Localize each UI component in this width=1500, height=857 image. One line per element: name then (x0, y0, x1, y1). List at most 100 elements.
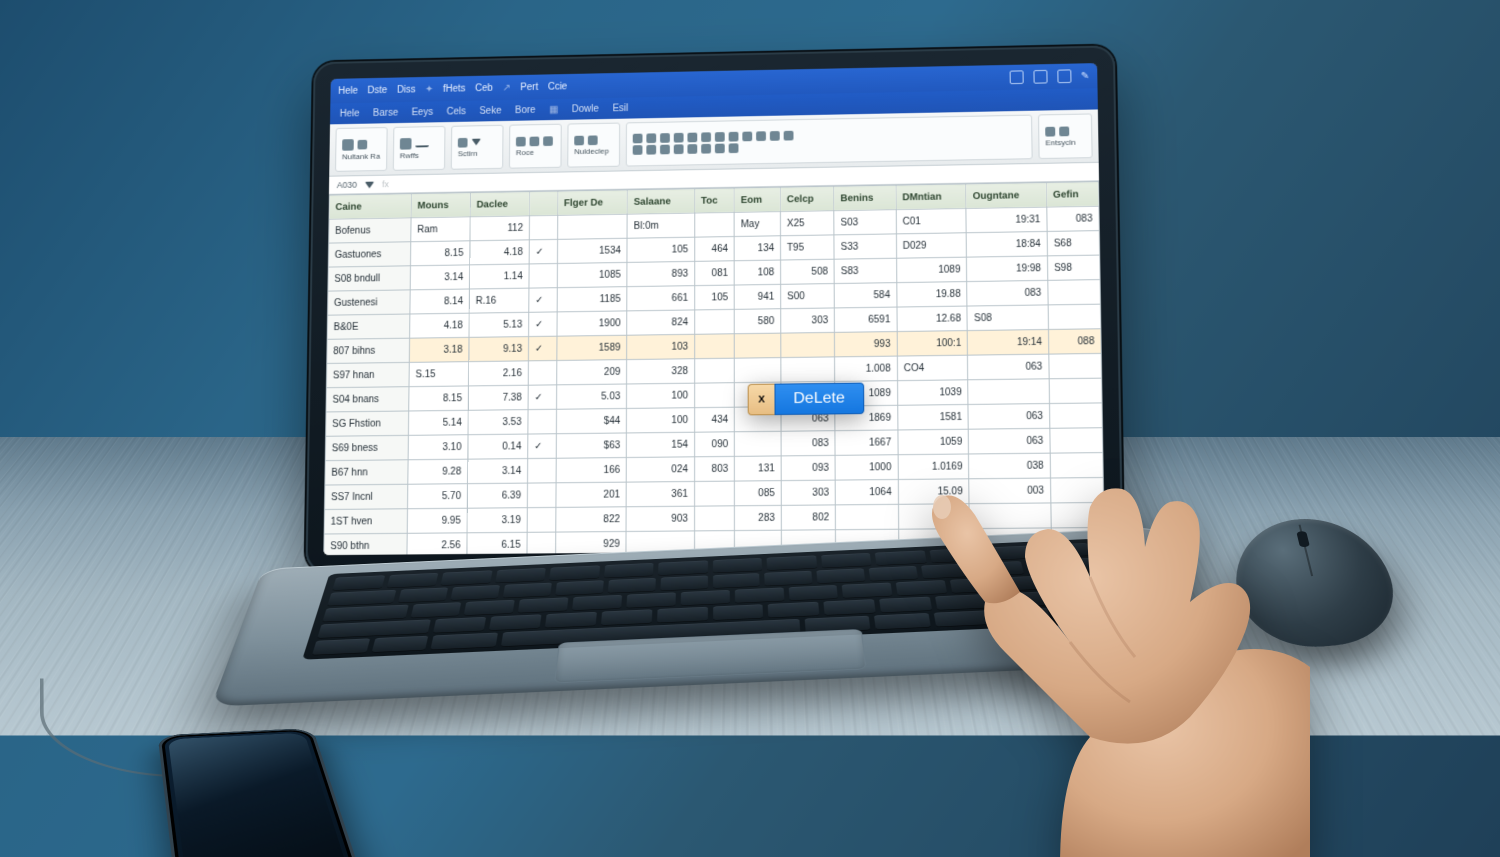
cell[interactable] (694, 334, 734, 359)
column-header[interactable]: DMntian (896, 184, 967, 209)
cell[interactable]: X25 (780, 211, 834, 236)
cell[interactable]: 1185 (557, 287, 627, 312)
cell[interactable]: S97 hnan (326, 362, 409, 387)
cell[interactable]: ✓ (529, 312, 557, 337)
menu-item[interactable]: Diss (397, 84, 416, 95)
cell[interactable]: 328 (627, 359, 695, 384)
cell[interactable]: D029 (896, 233, 967, 258)
cell[interactable] (1050, 453, 1103, 478)
cell[interactable]: $44 (556, 408, 627, 433)
cell[interactable]: B67 hnn (325, 460, 408, 485)
cell[interactable]: Gastuones (328, 242, 410, 267)
cell[interactable]: 1.0169 (898, 454, 969, 480)
cell[interactable]: T95 (781, 235, 835, 260)
cell[interactable]: 1.14 (469, 264, 529, 289)
cell[interactable]: 0.14 (468, 434, 528, 459)
cell[interactable] (528, 409, 556, 434)
cell[interactable]: 19:98 (967, 256, 1048, 282)
cell[interactable]: 580 (734, 309, 780, 334)
cell[interactable]: 824 (627, 310, 695, 335)
cell[interactable]: 3.53 (468, 410, 528, 435)
cell[interactable]: 903 (626, 506, 694, 531)
cell[interactable]: 15.09 (898, 479, 969, 505)
cell[interactable]: 941 (734, 284, 780, 309)
cell[interactable]: 1534 (557, 238, 627, 263)
menu-item[interactable]: Seke (479, 105, 501, 116)
cell[interactable]: 100 (627, 408, 695, 433)
cell[interactable]: 19.88 (897, 282, 968, 307)
cell[interactable]: 802 (781, 505, 835, 530)
cell[interactable] (1049, 353, 1102, 378)
cell[interactable]: 061 (898, 504, 969, 530)
cell[interactable]: S08 bndull (328, 266, 411, 291)
cell[interactable]: 038 (969, 453, 1051, 479)
cell[interactable]: 3.14 (468, 459, 528, 484)
cell[interactable]: 3.18 (409, 337, 469, 362)
cell[interactable]: 9.13 (469, 337, 529, 362)
cell[interactable] (694, 506, 734, 531)
cell[interactable] (529, 215, 557, 240)
cell[interactable] (969, 503, 1051, 529)
cell[interactable]: 993 (835, 332, 897, 357)
menu-item[interactable]: Bore (515, 105, 536, 116)
cell[interactable]: 1589 (557, 335, 627, 360)
cell[interactable]: 112 (470, 216, 530, 241)
column-header[interactable] (529, 191, 557, 216)
cell[interactable]: 508 (781, 259, 835, 284)
cell[interactable]: 822 (556, 507, 627, 532)
cell[interactable] (1050, 478, 1103, 503)
column-header[interactable]: Eom (734, 187, 780, 212)
delete-context-button[interactable]: X DeLete (748, 383, 864, 416)
cell[interactable] (527, 483, 556, 508)
cell[interactable]: 083 (967, 280, 1048, 306)
cell[interactable]: 1089 (896, 257, 967, 282)
cell[interactable]: 108 (734, 260, 780, 285)
cell[interactable]: 081 (694, 261, 734, 286)
column-header[interactable]: Daclee (470, 192, 529, 217)
cell[interactable]: 024 (626, 457, 694, 482)
cell[interactable]: 1.008 (835, 356, 898, 381)
cell[interactable]: B&0E (327, 314, 410, 339)
cell[interactable]: Gustenesi (328, 290, 411, 315)
ribbon-group[interactable]: Entsycln (1038, 113, 1093, 159)
cell[interactable]: ✓ (529, 288, 557, 313)
cell[interactable] (695, 212, 735, 237)
cell[interactable]: 1667 (835, 430, 898, 455)
cell[interactable] (528, 360, 556, 385)
menu-item[interactable]: fHets (443, 83, 466, 94)
cell[interactable]: S33 (834, 234, 896, 259)
cell[interactable]: 003 (969, 478, 1051, 504)
cell[interactable]: 1059 (898, 429, 969, 455)
column-header[interactable]: Ougntane (966, 183, 1047, 209)
cell[interactable]: 8.14 (410, 289, 470, 314)
cell[interactable] (527, 458, 556, 483)
close-icon[interactable]: X (748, 384, 775, 416)
cell[interactable]: 1900 (557, 311, 627, 336)
cell[interactable]: 9.28 (408, 459, 468, 484)
cell[interactable] (735, 431, 782, 456)
pen-icon[interactable]: ✎ (1081, 70, 1090, 81)
worksheet[interactable]: CaineMounsDacleeFlger DeSalaaneTocEomCel… (323, 181, 1105, 555)
window-icon[interactable] (1033, 70, 1047, 84)
cell[interactable]: R.16 (469, 288, 529, 313)
delete-label[interactable]: DeLete (774, 383, 863, 416)
cell[interactable]: 303 (781, 480, 835, 505)
cell[interactable]: 361 (626, 481, 694, 506)
cell[interactable]: 1064 (835, 479, 898, 504)
cell[interactable]: 6.15 (467, 532, 527, 555)
cell[interactable]: 18:84 (967, 231, 1048, 257)
cell[interactable]: 1039 (897, 380, 968, 406)
cell[interactable]: 5.70 (407, 484, 467, 509)
ribbon-group[interactable]: Rwffs (393, 126, 446, 171)
cell[interactable]: 7.38 (468, 385, 528, 410)
cell[interactable]: 1000 (835, 455, 898, 480)
cell[interactable]: 103 (627, 334, 695, 359)
cell[interactable]: 154 (627, 432, 695, 457)
cell[interactable]: 303 (781, 308, 835, 333)
cell[interactable] (1048, 280, 1101, 305)
cell[interactable]: 105 (694, 285, 734, 310)
cell[interactable]: 209 (556, 360, 626, 385)
cell[interactable]: ✓ (528, 385, 556, 410)
window-icon[interactable] (1057, 69, 1071, 83)
cell[interactable]: CO4 (897, 355, 968, 381)
